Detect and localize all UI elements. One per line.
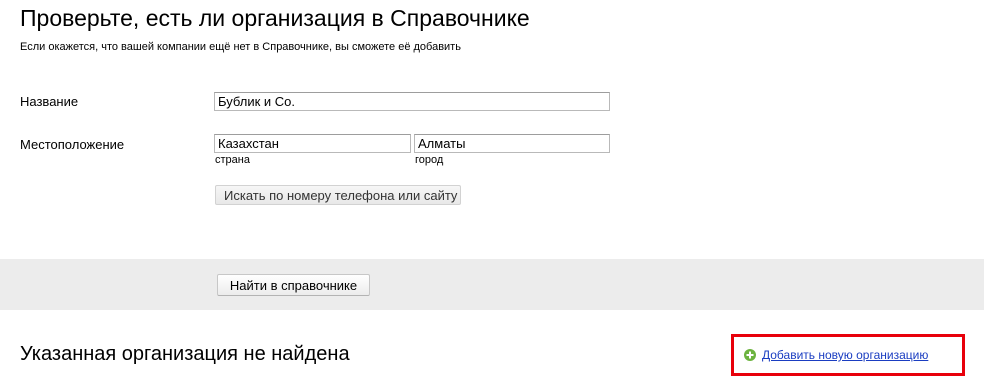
page-subtitle: Если окажется, что вашей компании ещё не… <box>20 41 461 53</box>
not-found-title: Указанная организация не найдена <box>20 343 350 365</box>
city-input[interactable] <box>414 134 610 153</box>
location-label: Местоположение <box>20 137 125 152</box>
find-in-directory-button[interactable]: Найти в справочнике <box>217 274 370 296</box>
page-title: Проверьте, есть ли организация в Справоч… <box>20 5 530 31</box>
plus-circle-icon <box>744 349 756 361</box>
add-organization-label: Добавить новую организацию <box>762 348 929 362</box>
country-input[interactable] <box>214 134 411 153</box>
city-hint: город <box>415 154 444 166</box>
add-organization-link[interactable]: Добавить новую организацию <box>744 348 928 362</box>
name-label: Название <box>20 94 79 109</box>
search-by-phone-or-site-button[interactable]: Искать по номеру телефона или сайту <box>215 185 461 205</box>
country-hint: страна <box>215 154 250 166</box>
search-panel <box>0 259 984 310</box>
organization-name-input[interactable] <box>214 92 610 111</box>
